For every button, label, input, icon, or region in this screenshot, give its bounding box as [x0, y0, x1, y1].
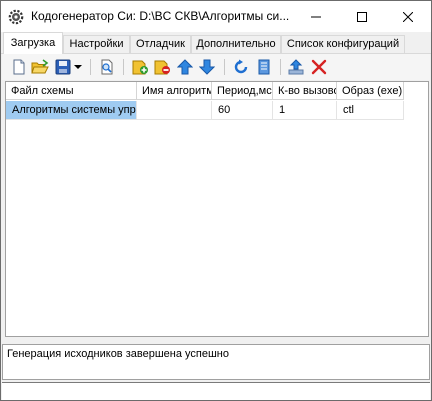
table-header: Файл схемы Имя алгоритм Период,мс К-во в…: [6, 82, 404, 100]
column-header-algorithm-name[interactable]: Имя алгоритм: [137, 82, 212, 100]
close-button[interactable]: [385, 1, 431, 32]
table-row[interactable]: Алгоритмы системы упр 60 1 ctl: [6, 101, 404, 120]
cell-exe-image[interactable]: ctl: [337, 101, 404, 120]
move-down-button[interactable]: [198, 58, 216, 76]
tab-otladchik[interactable]: Отладчик: [130, 35, 191, 54]
export-icon: [288, 59, 304, 75]
move-up-button[interactable]: [176, 58, 194, 76]
toolbar-separator: [123, 59, 124, 75]
cell-call-count[interactable]: 1: [273, 101, 337, 120]
delete-icon: [311, 59, 327, 75]
minimize-icon: [311, 16, 321, 17]
log-output[interactable]: Генерация исходников завершена успешно: [2, 344, 430, 380]
dropdown-arrow-icon: [74, 65, 82, 69]
toolbar-separator: [280, 59, 281, 75]
column-header-period-ms[interactable]: Период,мс: [212, 82, 273, 100]
status-message: Генерация исходников завершена успешно: [7, 348, 229, 360]
save-icon: [55, 59, 71, 75]
add-item-button[interactable]: [131, 58, 149, 76]
find-button[interactable]: [98, 58, 116, 76]
remove-icon: [154, 60, 170, 75]
bottom-panel: [2, 382, 430, 400]
tab-nastroyki[interactable]: Настройки: [63, 35, 130, 54]
tab-spisok-konfiguraciy[interactable]: Список конфигураций: [281, 35, 405, 54]
save-button[interactable]: [54, 58, 72, 76]
gear-app-icon[interactable]: [8, 9, 24, 25]
toolbar-separator: [90, 59, 91, 75]
cell-period-ms[interactable]: 60: [212, 101, 273, 120]
title-bar: Кодогенератор Си: D:\BC СКВ\Алгоритмы си…: [1, 1, 431, 32]
open-folder-icon: [31, 59, 49, 74]
cell-scheme-file[interactable]: Алгоритмы системы упр: [6, 101, 137, 120]
toolbar: [2, 54, 430, 80]
move-down-icon: [199, 59, 215, 75]
tab-zagruzka[interactable]: Загрузка: [3, 32, 63, 54]
column-header-scheme-file[interactable]: Файл схемы: [6, 82, 137, 100]
document-icon: [258, 59, 270, 75]
refresh-icon: [234, 59, 248, 74]
column-header-call-count[interactable]: К-во вызово: [273, 82, 337, 100]
cell-algorithm-name[interactable]: [137, 101, 212, 120]
export-button[interactable]: [287, 58, 305, 76]
maximize-button[interactable]: [339, 1, 385, 32]
delete-button[interactable]: [310, 58, 328, 76]
minimize-button[interactable]: [293, 1, 339, 32]
maximize-icon: [357, 11, 367, 22]
tab-dopolnitelno[interactable]: Дополнительно: [191, 35, 281, 54]
app-window: Кодогенератор Си: D:\BC СКВ\Алгоритмы си…: [0, 0, 432, 401]
save-dropdown-button[interactable]: [72, 58, 84, 76]
find-icon: [101, 59, 113, 75]
toolbar-separator: [224, 59, 225, 75]
refresh-button[interactable]: [232, 58, 250, 76]
schemes-table[interactable]: Файл схемы Имя алгоритм Период,мс К-во в…: [5, 81, 429, 337]
close-icon: [403, 11, 413, 22]
window-title: Кодогенератор Си: D:\BC СКВ\Алгоритмы си…: [31, 9, 290, 23]
tab-strip: Загрузка Настройки Отладчик Дополнительн…: [1, 32, 431, 54]
new-button[interactable]: [10, 58, 28, 76]
add-icon: [132, 60, 148, 75]
document-button[interactable]: [255, 58, 273, 76]
remove-item-button[interactable]: [153, 58, 171, 76]
open-button[interactable]: [31, 58, 49, 76]
new-file-icon: [13, 59, 25, 75]
move-up-icon: [177, 59, 193, 75]
column-header-exe-image[interactable]: Образ (exe): [337, 82, 404, 100]
